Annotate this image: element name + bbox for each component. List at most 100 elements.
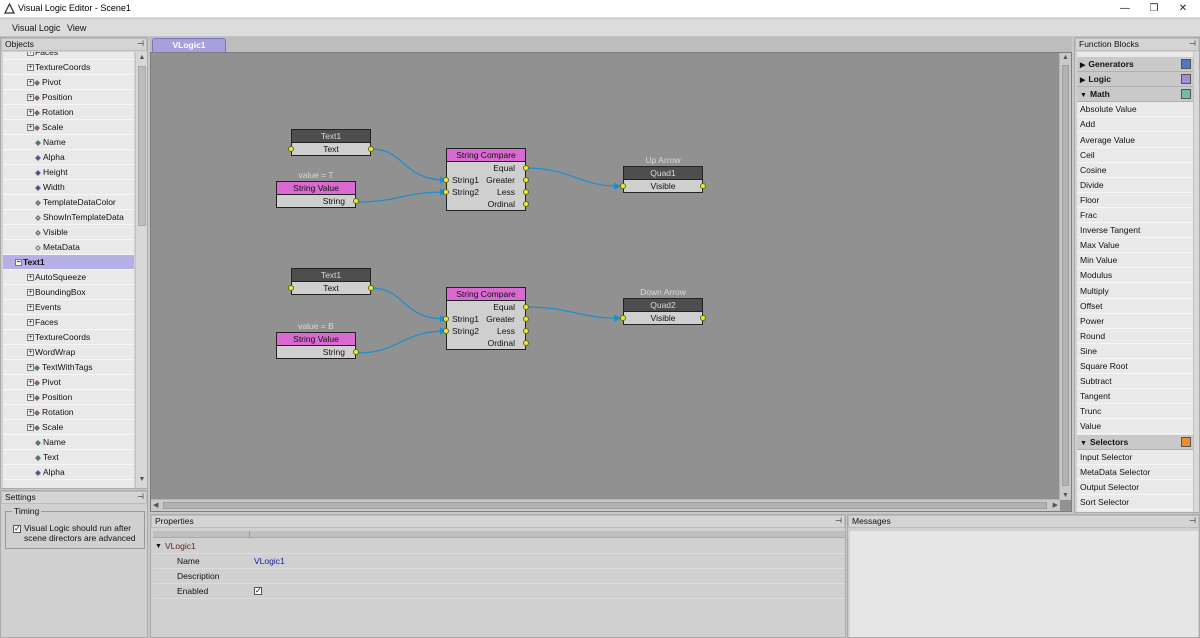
tree-item[interactable]: + Events xyxy=(3,300,134,315)
tree-item[interactable]: + Scale xyxy=(3,420,134,435)
function-block-item[interactable]: Trunc xyxy=(1077,404,1193,419)
input-port[interactable] xyxy=(288,285,294,291)
output-port[interactable] xyxy=(700,183,706,189)
tree-item[interactable]: Height xyxy=(3,165,134,180)
collapse-arrow-icon[interactable]: ▼ xyxy=(1080,440,1087,447)
tree-item[interactable]: + Pivot xyxy=(3,75,134,90)
scrollbar-thumb[interactable] xyxy=(1062,65,1069,486)
restore-button[interactable]: ❐ xyxy=(1147,2,1161,15)
pin-icon[interactable]: ⊣ xyxy=(137,38,144,49)
function-block-item[interactable]: Min Value xyxy=(1077,253,1193,268)
pin-icon[interactable]: ⊣ xyxy=(835,515,842,526)
input-port[interactable] xyxy=(620,315,626,321)
pin-icon[interactable]: ⊣ xyxy=(1189,515,1196,526)
output-port[interactable] xyxy=(523,316,529,322)
function-block-item[interactable]: Input Selector xyxy=(1077,450,1193,465)
canvas-horizontal-scrollbar[interactable]: ◀ ▶ xyxy=(151,499,1060,511)
tree-item[interactable]: Visible xyxy=(3,225,134,240)
output-port[interactable] xyxy=(353,198,359,204)
input-port[interactable] xyxy=(443,316,449,322)
tree-item[interactable]: TemplateDataColor xyxy=(3,195,134,210)
function-block-item[interactable]: Frac xyxy=(1077,208,1193,223)
text1-node-a[interactable]: Text1 Text xyxy=(288,129,374,156)
scroll-down-icon[interactable]: ▼ xyxy=(1062,492,1069,499)
canvas-vertical-scrollbar[interactable]: ▲ ▼ xyxy=(1059,53,1071,500)
function-block-item[interactable]: Multiply xyxy=(1077,284,1193,299)
function-block-item[interactable]: Sort Selector xyxy=(1077,495,1193,510)
tree-item[interactable]: + Rotation xyxy=(3,405,134,420)
output-port[interactable] xyxy=(523,340,529,346)
output-port[interactable] xyxy=(523,201,529,207)
tree-item[interactable]: MetaData xyxy=(3,240,134,255)
function-block-item[interactable]: Tangent xyxy=(1077,389,1193,404)
tree-item[interactable]: ShowInTemplateData xyxy=(3,210,134,225)
input-port[interactable] xyxy=(443,328,449,334)
input-port[interactable] xyxy=(443,177,449,183)
function-block-item[interactable]: Offset xyxy=(1077,299,1193,314)
function-category[interactable]: ▶ Generators xyxy=(1077,57,1193,72)
scroll-up-icon[interactable]: ▲ xyxy=(137,54,147,64)
string-compare-node-a[interactable]: String Compare Equal String1 Greater Stri… xyxy=(443,148,529,211)
scroll-left-icon[interactable]: ◀ xyxy=(153,501,158,509)
output-port[interactable] xyxy=(368,285,374,291)
quad2-node[interactable]: Quad2 Visible xyxy=(620,298,706,325)
collapse-arrow-icon[interactable]: ▼ xyxy=(1080,92,1087,99)
close-button[interactable]: ✕ xyxy=(1176,2,1190,15)
tree-item[interactable]: Alpha xyxy=(3,465,134,480)
output-port[interactable] xyxy=(353,349,359,355)
input-port[interactable] xyxy=(443,189,449,195)
tree-item[interactable]: − Text1 xyxy=(3,255,134,270)
tree-item[interactable]: + WordWrap xyxy=(3,345,134,360)
scroll-down-icon[interactable]: ▼ xyxy=(137,476,147,486)
function-block-item[interactable]: Inverse Tangent xyxy=(1077,223,1193,238)
objects-scrollbar[interactable]: ▲ ▼ xyxy=(135,52,147,488)
run-after-directors-checkbox[interactable]: ✓ xyxy=(13,525,21,533)
tree-item[interactable]: Name xyxy=(3,135,134,150)
tree-item[interactable]: + Rotation xyxy=(3,105,134,120)
function-block-item[interactable]: Output Selector xyxy=(1077,480,1193,495)
function-block-item[interactable]: Divide xyxy=(1077,178,1193,193)
function-block-item[interactable]: Floor xyxy=(1077,193,1193,208)
string-compare-node-b[interactable]: String Compare Equal String1 Greater Stri… xyxy=(443,287,529,350)
function-block-item[interactable]: Value xyxy=(1077,419,1193,434)
tree-item[interactable]: + Position xyxy=(3,90,134,105)
expand-icon[interactable]: + xyxy=(27,334,34,342)
menu-visual-logic[interactable]: Visual Logic xyxy=(12,23,60,33)
function-block-item[interactable]: Square Root xyxy=(1077,359,1193,374)
function-block-item[interactable]: Sine xyxy=(1077,344,1193,359)
string-value-node-a[interactable]: String Value String xyxy=(276,181,359,208)
function-block-item[interactable]: Cosine xyxy=(1077,163,1193,178)
expand-icon[interactable]: + xyxy=(27,349,34,357)
menu-view[interactable]: View xyxy=(67,23,86,33)
pin-icon[interactable]: ⊣ xyxy=(1189,38,1196,49)
name-value-field[interactable]: VLogic1 xyxy=(254,554,285,569)
tree-item[interactable]: + TextureCoords xyxy=(3,60,134,75)
output-port[interactable] xyxy=(523,328,529,334)
expand-arrow-icon[interactable]: ▶ xyxy=(1080,62,1085,69)
input-port[interactable] xyxy=(620,183,626,189)
tree-item[interactable]: + Position xyxy=(3,390,134,405)
expand-icon[interactable]: + xyxy=(27,289,34,297)
collapse-icon[interactable]: − xyxy=(15,259,22,267)
output-port[interactable] xyxy=(523,189,529,195)
function-category[interactable]: ▼ Math xyxy=(1077,87,1193,102)
tree-item[interactable]: + TextureCoords xyxy=(3,330,134,345)
collapse-arrow-icon[interactable]: ▼ xyxy=(155,539,162,554)
function-block-item[interactable]: Modulus xyxy=(1077,268,1193,283)
properties-group-row[interactable]: ▼ VLogic1 xyxy=(153,539,845,554)
function-block-item[interactable]: Round xyxy=(1077,329,1193,344)
function-block-item[interactable]: Max Value xyxy=(1077,238,1193,253)
pin-icon[interactable]: ⊣ xyxy=(137,491,144,502)
expand-icon[interactable]: + xyxy=(27,304,34,312)
function-block-item[interactable]: Average Value xyxy=(1077,133,1193,148)
tree-item[interactable]: Width xyxy=(3,180,134,195)
tree-item[interactable]: Name xyxy=(3,435,134,450)
output-port[interactable] xyxy=(523,177,529,183)
expand-icon[interactable]: + xyxy=(27,64,34,72)
tree-item[interactable]: + TextWithTags xyxy=(3,360,134,375)
minimize-button[interactable]: — xyxy=(1118,2,1132,15)
quad1-node[interactable]: Quad1 Visible xyxy=(620,166,706,193)
description-value-field[interactable] xyxy=(254,569,654,583)
function-blocks-scrollbar[interactable] xyxy=(1193,52,1199,512)
text1-node-b[interactable]: Text1 Text xyxy=(288,268,374,295)
